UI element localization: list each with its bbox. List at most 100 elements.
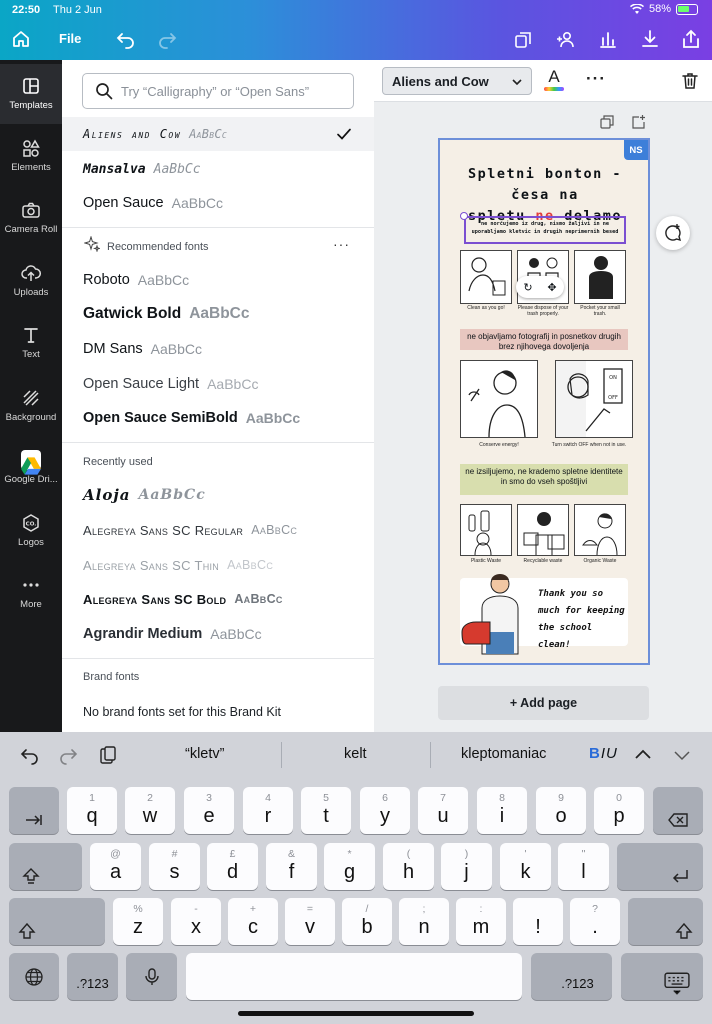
selected-text-box[interactable]: ne norčujemo iz drug, nismo žaljivi in n… (464, 216, 626, 244)
key-exclamation[interactable]: ! (513, 898, 563, 945)
rotate-handle[interactable] (460, 212, 468, 220)
rail-google-drive[interactable]: Google Dri... (0, 438, 62, 498)
redo-icon[interactable] (58, 745, 78, 765)
rail-elements[interactable]: Elements (0, 126, 62, 186)
key-j[interactable]: ) j (441, 843, 492, 890)
insights-button[interactable] (597, 28, 619, 50)
key-k[interactable]: ' k (500, 843, 551, 890)
key-s[interactable]: # s (149, 843, 200, 890)
rail-text[interactable]: Text (0, 313, 62, 373)
file-menu[interactable]: File (59, 31, 81, 46)
rail-uploads[interactable]: Uploads (0, 251, 62, 311)
more-options-button[interactable]: ··· (333, 236, 350, 252)
numbers-key-left[interactable]: .?123 (67, 953, 118, 1000)
font-option-open-sauce[interactable]: Open Sauce AaBbCc (62, 186, 374, 220)
font-option-alegreya-sans-sc-bold[interactable]: Alegreya Sans SC Bold AaBbCc (62, 582, 374, 616)
font-option-aliens-and-cow[interactable]: Aliens and Cow AaBbCc (62, 117, 374, 151)
key-b[interactable]: / b (342, 898, 392, 945)
rotate-icon[interactable]: ↻ (523, 281, 532, 294)
rail-camera-roll[interactable]: Camera Roll (0, 188, 62, 248)
comment-button[interactable] (656, 216, 690, 250)
add-page-icon[interactable] (630, 114, 646, 130)
globe-key[interactable] (9, 953, 59, 1000)
rail-more[interactable]: More (0, 563, 62, 623)
move-icon[interactable]: ✥ (547, 281, 556, 294)
text-color-button[interactable]: A (542, 67, 566, 95)
undo-button[interactable] (115, 28, 137, 50)
key-c[interactable]: + c (228, 898, 278, 945)
suggestion-3[interactable]: kleptomaniac (461, 746, 546, 762)
tab-key[interactable] (9, 787, 59, 834)
undo-icon[interactable] (20, 745, 40, 765)
key-o[interactable]: 9o (536, 787, 586, 834)
key-x[interactable]: -x (171, 898, 221, 945)
space-key[interactable] (186, 953, 522, 1000)
key-w[interactable]: 2w (125, 787, 175, 834)
font-option-aloja[interactable]: Aloja AaBbCc (62, 478, 374, 512)
key-r[interactable]: 4r (243, 787, 293, 834)
key-p[interactable]: 0p (594, 787, 644, 834)
shift-key-left[interactable] (9, 898, 105, 945)
italic-underline-buttons[interactable]: IU (601, 745, 618, 762)
home-button[interactable] (10, 28, 32, 50)
rail-templates[interactable]: Templates (0, 64, 62, 124)
dictation-key[interactable] (126, 953, 177, 1000)
font-option-agrandir-medium[interactable]: Agrandir Medium AaBbCc (62, 617, 374, 651)
add-page-button[interactable]: + Add page (438, 686, 649, 720)
chevron-up-icon[interactable] (633, 745, 653, 765)
font-option-open-sauce-semibold[interactable]: Open Sauce SemiBold AaBbCc (62, 401, 374, 435)
return-key[interactable] (617, 843, 703, 890)
suggestion-1[interactable]: “kletv” (185, 746, 224, 762)
key-period[interactable]: ?. (570, 898, 620, 945)
backspace-key[interactable] (653, 787, 703, 834)
font-option-dm-sans[interactable]: DM Sans AaBbCc (62, 332, 374, 366)
key-v[interactable]: = v (285, 898, 335, 945)
font-search-input[interactable] (121, 83, 351, 99)
key-z[interactable]: % z (113, 898, 163, 945)
key-g[interactable]: * g (324, 843, 375, 890)
font-option-alegreya-sans-sc-thin[interactable]: Alegreya Sans SC Thin AaBbCc (62, 548, 374, 582)
rule-strip-photos[interactable]: ne objavljamo fotografij in posnetkov dr… (460, 329, 628, 351)
share-button[interactable] (680, 28, 702, 50)
key-n[interactable]: ; n (399, 898, 449, 945)
font-option-gatwick-bold[interactable]: Gatwick Bold AaBbCc (62, 297, 374, 331)
element-mini-toolbar[interactable]: ↻ ✥ (516, 276, 564, 298)
rail-logos[interactable]: CO. Logos (0, 501, 62, 561)
design-page[interactable]: NS Spletni bonton - česa na spletu ne de… (438, 138, 650, 665)
thank-you-card[interactable]: Thank you so much for keeping the school… (460, 574, 628, 655)
font-option-mansalva[interactable]: Mansalva AaBbCc (62, 152, 374, 186)
text-format-buttons[interactable]: BIU (589, 745, 618, 762)
redo-button[interactable] (156, 28, 178, 50)
font-search-box[interactable] (82, 73, 354, 109)
key-i[interactable]: 8i (477, 787, 527, 834)
numbers-key-right[interactable]: .?123 (531, 953, 612, 1000)
key-u[interactable]: 7u (418, 787, 468, 834)
key-d[interactable]: £ d (207, 843, 258, 890)
font-option-roboto[interactable]: Roboto AaBbCc (62, 263, 374, 297)
key-h[interactable]: (h (383, 843, 434, 890)
share-people-button[interactable] (555, 28, 577, 50)
font-family-select[interactable]: Aliens and Cow (382, 67, 532, 95)
font-option-alegreya-sans-sc-regular[interactable]: Alegreya Sans SC Regular AaBbCc (62, 513, 374, 547)
key-l[interactable]: " l (558, 843, 609, 890)
key-e[interactable]: 3e (184, 787, 234, 834)
resize-button[interactable] (513, 28, 535, 50)
rail-background[interactable]: Background (0, 376, 62, 436)
font-option-open-sauce-light[interactable]: Open Sauce Light AaBbCc (62, 367, 374, 401)
rule-strip-identity[interactable]: ne izsiljujemo, ne krademo spletne ident… (460, 464, 628, 495)
duplicate-page-icon[interactable] (599, 114, 615, 130)
trash-icon[interactable] (680, 71, 700, 91)
more-button[interactable]: ··· (586, 70, 606, 87)
key-a[interactable]: @ a (90, 843, 141, 890)
key-m[interactable]: :m (456, 898, 506, 945)
chevron-down-icon[interactable] (672, 745, 692, 765)
key-t[interactable]: 5t (301, 787, 351, 834)
key-q[interactable]: 1q (67, 787, 117, 834)
shift-key-right[interactable] (628, 898, 703, 945)
download-button[interactable] (639, 28, 661, 50)
paste-icon[interactable] (98, 745, 118, 765)
caps-lock-key[interactable] (9, 843, 82, 890)
hide-keyboard-key[interactable] (621, 953, 703, 1000)
key-y[interactable]: 6y (360, 787, 410, 834)
key-f[interactable]: & f (266, 843, 317, 890)
